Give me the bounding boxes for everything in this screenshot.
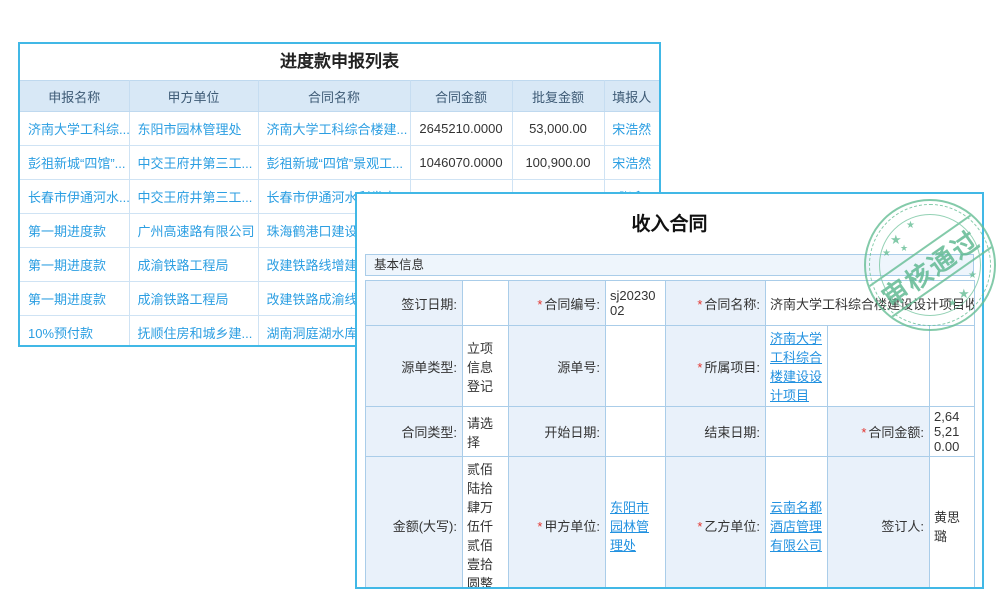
- field-value[interactable]: 请选择: [463, 407, 509, 457]
- form-row: 签订日期: *合同编号:sj2023002*合同名称:济南大学工科综合楼建设设计项…: [366, 281, 975, 326]
- list-cell[interactable]: 彭祖新城“四馆”...: [20, 146, 129, 180]
- field-label: 签订日期:: [366, 281, 463, 326]
- field-value[interactable]: [766, 407, 828, 457]
- required-asterisk: *: [537, 297, 542, 312]
- link-value[interactable]: 云南名都酒店管理有限公司: [770, 500, 822, 553]
- list-cell: 53,000.00: [512, 112, 604, 146]
- list-cell: 2645210.0000: [410, 112, 512, 146]
- field-label: 合同类型:: [366, 407, 463, 457]
- form-row: 金额(大写):贰佰陆拾肆万伍仟贰佰壹拾圆整*甲方单位:东阳市园林管理处 *乙方单位…: [366, 457, 975, 590]
- field-value[interactable]: sj2023002: [606, 281, 666, 326]
- field-label: *合同金额:: [828, 407, 930, 457]
- field-label: 开始日期:: [509, 407, 606, 457]
- column-header: 合同名称: [258, 81, 410, 112]
- column-header: 填报人: [604, 81, 659, 112]
- field-label: *所属项目:: [666, 326, 766, 407]
- screen: 进度款申报列表 申报名称甲方单位合同名称合同金额批复金额填报人 济南大学工科综.…: [0, 0, 1000, 600]
- field-value[interactable]: 黄思璐: [930, 457, 975, 590]
- field-value[interactable]: 2,645,210.00: [930, 407, 975, 457]
- list-cell[interactable]: 成渝铁路工程局: [129, 282, 258, 316]
- field-label: *合同编号:: [509, 281, 606, 326]
- list-cell[interactable]: 济南大学工科综合楼建...: [258, 112, 410, 146]
- table-row[interactable]: 济南大学工科综...东阳市园林管理处济南大学工科综合楼建...2645210.0…: [20, 112, 659, 146]
- list-cell[interactable]: 第一期进度款: [20, 282, 129, 316]
- field-value[interactable]: 济南大学工科综合楼建设设计项目: [766, 326, 828, 407]
- field-label: 金额(大写):: [366, 457, 463, 590]
- list-cell[interactable]: 宋浩然: [604, 112, 659, 146]
- list-cell[interactable]: 抚顺住房和城乡建...: [129, 316, 258, 348]
- field-label: 结束日期:: [666, 407, 766, 457]
- required-asterisk: *: [537, 519, 542, 534]
- list-cell[interactable]: 彭祖新城“四馆”景观工...: [258, 146, 410, 180]
- form-panel-title: 收入合同: [357, 212, 982, 238]
- column-header: 甲方单位: [129, 81, 258, 112]
- form-row: 合同类型:请选择开始日期: 结束日期: *合同金额:2,645,210.00: [366, 407, 975, 457]
- field-value[interactable]: [606, 407, 666, 457]
- field-value[interactable]: 云南名都酒店管理有限公司: [766, 457, 828, 590]
- field-label: 签订人:: [828, 457, 930, 590]
- table-row[interactable]: 彭祖新城“四馆”...中交王府井第三工...彭祖新城“四馆”景观工...1046…: [20, 146, 659, 180]
- column-header: 批复金额: [512, 81, 604, 112]
- income-contract-panel: 收入合同 基本信息 签订日期: *合同编号:sj2023002*合同名称:济南大学…: [355, 192, 984, 589]
- link-value[interactable]: 济南大学工科综合楼建设设计项目: [770, 331, 822, 403]
- field-value[interactable]: [606, 326, 666, 407]
- field-label: *甲方单位:: [509, 457, 606, 590]
- field-value[interactable]: 济南大学工科综合楼建设设计项目收入合: [766, 281, 975, 326]
- form-table-body: 签订日期: *合同编号:sj2023002*合同名称:济南大学工科综合楼建设设计项…: [366, 281, 975, 590]
- list-cell[interactable]: 中交王府井第三工...: [129, 180, 258, 214]
- column-header: 申报名称: [20, 81, 129, 112]
- column-header: 合同金额: [410, 81, 512, 112]
- list-cell: 100,900.00: [512, 146, 604, 180]
- list-cell[interactable]: 成渝铁路工程局: [129, 248, 258, 282]
- contract-form-table: 签订日期: *合同编号:sj2023002*合同名称:济南大学工科综合楼建设设计项…: [365, 280, 975, 589]
- list-panel-title: 进度款申报列表: [20, 44, 659, 80]
- required-asterisk: *: [861, 425, 866, 440]
- field-value[interactable]: [828, 326, 930, 407]
- list-cell[interactable]: 东阳市园林管理处: [129, 112, 258, 146]
- link-value[interactable]: 东阳市园林管理处: [610, 500, 649, 553]
- required-asterisk: *: [697, 297, 702, 312]
- field-label: *合同名称:: [666, 281, 766, 326]
- field-value[interactable]: 东阳市园林管理处: [606, 457, 666, 590]
- field-value[interactable]: [463, 281, 509, 326]
- list-cell[interactable]: 中交王府井第三工...: [129, 146, 258, 180]
- required-asterisk: *: [697, 360, 702, 375]
- form-row: 源单类型:立项信息登记源单号: *所属项目:济南大学工科综合楼建设设计项目: [366, 326, 975, 407]
- field-value[interactable]: [930, 326, 975, 407]
- list-cell[interactable]: 长春市伊通河水...: [20, 180, 129, 214]
- list-cell[interactable]: 第一期进度款: [20, 214, 129, 248]
- list-cell[interactable]: 第一期进度款: [20, 248, 129, 282]
- field-label: 源单类型:: [366, 326, 463, 407]
- list-cell[interactable]: 广州高速路有限公司: [129, 214, 258, 248]
- list-cell[interactable]: 宋浩然: [604, 146, 659, 180]
- list-cell[interactable]: 10%预付款: [20, 316, 129, 348]
- field-value[interactable]: 贰佰陆拾肆万伍仟贰佰壹拾圆整: [463, 457, 509, 590]
- field-value[interactable]: 立项信息登记: [463, 326, 509, 407]
- list-cell[interactable]: 济南大学工科综...: [20, 112, 129, 146]
- list-cell: 1046070.0000: [410, 146, 512, 180]
- required-asterisk: *: [697, 519, 702, 534]
- table-header: 申报名称甲方单位合同名称合同金额批复金额填报人: [20, 81, 659, 112]
- field-label: *乙方单位:: [666, 457, 766, 590]
- section-header-basic-info: 基本信息: [365, 254, 974, 276]
- field-label: 源单号:: [509, 326, 606, 407]
